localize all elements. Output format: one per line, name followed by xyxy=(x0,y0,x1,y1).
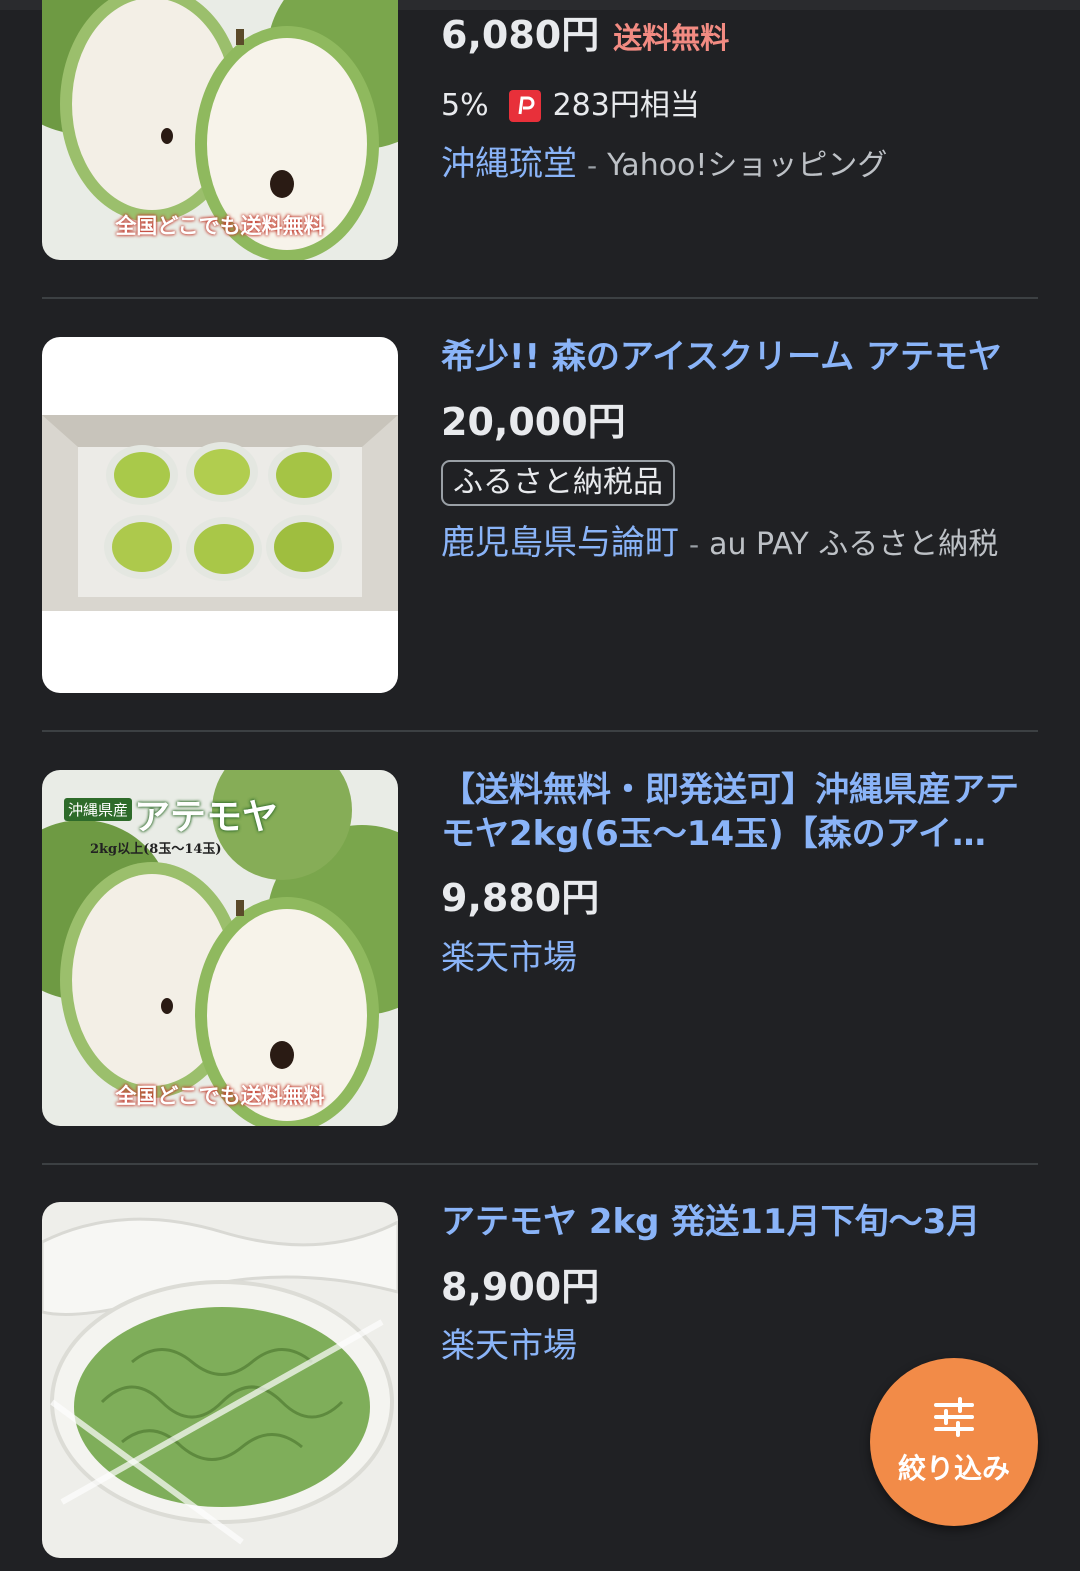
divider xyxy=(42,730,1038,732)
divider xyxy=(42,297,1038,299)
image-label-title: アテモヤ xyxy=(134,796,279,838)
points-rate: 5% xyxy=(441,88,489,123)
divider xyxy=(42,1163,1038,1165)
shop-link[interactable]: 鹿児島県与論町 xyxy=(441,523,679,563)
shop-link[interactable]: 楽天市場 xyxy=(441,938,577,978)
image-caption: 全国どこでも送料無料 xyxy=(115,213,325,238)
paypay-icon xyxy=(508,90,541,122)
product-image[interactable]: 沖縄県産 アテモヤ 2kg以上(8玉〜14玉) 全国どこでも送料無料 xyxy=(42,770,398,1126)
product-image[interactable] xyxy=(42,1202,398,1558)
product-title[interactable]: アテモヤ 2kg 発送11月下旬〜3月 xyxy=(441,1200,1041,1244)
badge-row: ふるさと納税品 xyxy=(441,460,675,506)
source-label: Yahoo!ショッピング xyxy=(607,148,888,183)
price: 20,000円 xyxy=(441,400,626,444)
image-label-origin: 沖縄県産 xyxy=(64,798,133,821)
source-label: au PAY ふるさと納税 xyxy=(709,527,999,562)
filter-sliders-icon xyxy=(932,1397,976,1441)
separator: - xyxy=(689,528,700,561)
product-image[interactable] xyxy=(42,337,398,693)
price-row: 6,080円 送料無料 xyxy=(441,10,729,63)
seller-row: 沖縄琉堂 - Yahoo!ショッピング xyxy=(441,140,887,190)
points-row: 5% 283円相当 xyxy=(441,83,700,129)
image-caption: 全国どこでも送料無料 xyxy=(115,1083,325,1108)
seller-row: 楽天市場 xyxy=(441,934,577,982)
shop-link[interactable]: 楽天市場 xyxy=(441,1326,577,1366)
price: 8,900円 xyxy=(441,1265,600,1309)
product-title[interactable]: 【送料無料・即発送可】沖縄県産アテモヤ2kg(6玉〜14玉)【森のアイ… xyxy=(441,768,1031,856)
separator: - xyxy=(587,149,598,182)
free-shipping-label: 送料無料 xyxy=(613,21,730,55)
seller-row: 鹿児島県与論町 - au PAY ふるさと納税 xyxy=(441,519,998,569)
seller-row: 楽天市場 xyxy=(441,1322,577,1370)
product-image[interactable]: 全国どこでも送料無料 xyxy=(42,0,398,260)
image-label-weight: 2kg以上(8玉〜14玉) xyxy=(90,842,222,857)
furusato-badge: ふるさと納税品 xyxy=(441,460,675,506)
price: 9,880円 xyxy=(441,876,600,920)
filter-label: 絞り込み xyxy=(897,1452,1010,1485)
points-value: 283円相当 xyxy=(552,88,700,123)
shop-link[interactable]: 沖縄琉堂 xyxy=(441,144,577,184)
product-title[interactable]: 希少!! 森のアイスクリーム アテモヤ xyxy=(441,335,1041,379)
price: 6,080円 xyxy=(441,13,600,57)
filter-button[interactable]: 絞り込み xyxy=(870,1358,1038,1526)
